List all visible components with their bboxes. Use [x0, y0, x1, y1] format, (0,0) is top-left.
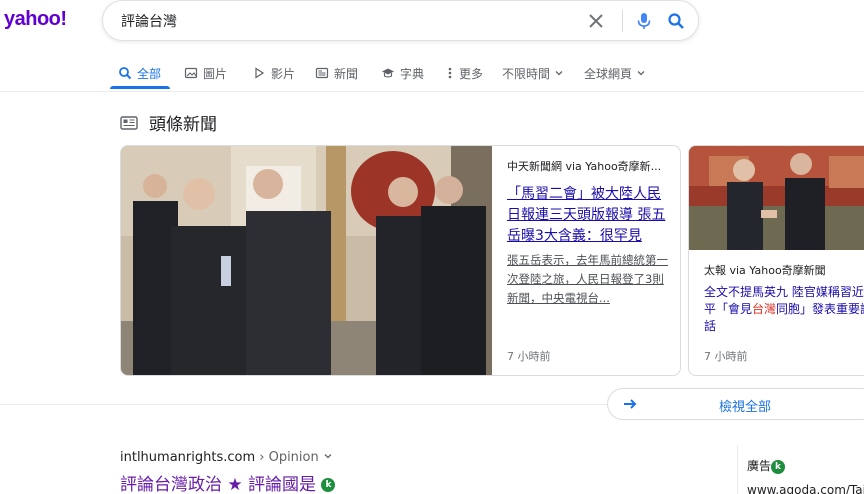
newspaper-icon — [120, 115, 138, 130]
graduation-cap-icon — [382, 68, 394, 78]
ad-label-text: 廣告 — [747, 459, 772, 473]
search-icon[interactable] — [665, 10, 687, 32]
news-icon — [315, 67, 329, 79]
news-source: 中天新聞網 via Yahoo奇摩新... — [507, 160, 662, 173]
result-title-text: 評論台灣政治 ★ 評論國是 — [120, 475, 317, 494]
image-icon — [184, 67, 198, 79]
header-divider — [0, 91, 864, 92]
search-input[interactable]: 評論台灣 — [121, 11, 177, 31]
news-card-body: 中天新聞網 via Yahoo奇摩新... 「馬習二會」被大陸人民日報連三天頭版… — [507, 158, 669, 308]
news-card-body: 太報 via Yahoo奇摩新聞 全文不提馬英九 陸官媒稱習近平「會見台灣同胞」… — [704, 262, 864, 335]
arrow-right-icon — [624, 399, 637, 409]
result-title[interactable]: 評論台灣政治 ★ 評論國是 k — [120, 470, 336, 494]
tab-news[interactable]: 新聞 — [315, 62, 358, 84]
chevron-down-icon[interactable] — [323, 451, 333, 461]
headline-highlight: 台灣 — [752, 302, 777, 316]
kagi-badge-icon: k — [771, 459, 786, 474]
news-photo[interactable] — [121, 146, 492, 375]
chevron-down-icon — [555, 71, 563, 76]
search-box[interactable]: 評論台灣 — [102, 0, 699, 41]
chevron-down-icon — [637, 71, 645, 76]
clear-icon[interactable] — [585, 10, 607, 32]
time-filter-dropdown[interactable]: 不限時間 — [502, 62, 564, 84]
ad-label: 廣告 k — [747, 457, 786, 474]
more-vert-icon — [448, 67, 452, 79]
tab-label: 新聞 — [334, 66, 359, 81]
news-card[interactable]: 中天新聞網 via Yahoo奇摩新... 「馬習二會」被大陸人民日報連三天頭版… — [120, 145, 681, 376]
microphone-icon[interactable] — [633, 10, 655, 32]
news-time: 7 小時前 — [704, 350, 748, 363]
news-card[interactable]: 太報 via Yahoo奇摩新聞 全文不提馬英九 陸官媒稱習近平「會見台灣同胞」… — [688, 145, 864, 376]
tab-label: 全部 — [137, 66, 162, 81]
kagi-badge-icon: k — [321, 478, 336, 492]
tab-label: 更多 — [459, 66, 484, 81]
divider — [622, 10, 623, 32]
tab-all[interactable]: 全部 — [118, 62, 161, 84]
tab-label: 不限時間 — [502, 66, 551, 81]
news-source: 太報 via Yahoo奇摩新聞 — [704, 264, 826, 277]
tab-dictionary[interactable]: 字典 — [381, 62, 424, 84]
news-headline[interactable]: 全文不提馬英九 陸官媒稱習近平「會見台灣同胞」發表重要談話 — [704, 284, 864, 335]
tab-label: 圖片 — [203, 66, 228, 81]
top-stories-header: 頭條新聞 — [120, 110, 217, 135]
news-snippet[interactable]: 張五岳表示，去年馬前總統第一次登陸之旅，人民日報登了3則新聞，中央電視台... — [507, 251, 669, 308]
tab-label: 字典 — [400, 66, 425, 81]
tab-images[interactable]: 圖片 — [184, 62, 227, 84]
result-path: › Opinion — [255, 450, 319, 465]
section-title: 頭條新聞 — [149, 115, 217, 135]
view-all-label: 檢視全部 — [719, 400, 772, 415]
view-all-button[interactable]: 檢視全部 — [607, 388, 864, 420]
tab-videos[interactable]: 影片 — [252, 62, 295, 84]
result-domain: intlhumanrights.com — [120, 450, 256, 465]
tab-more[interactable]: 更多 — [446, 62, 483, 84]
news-headline[interactable]: 「馬習二會」被大陸人民日報連三天頭版報導 張五岳曝3大含義：很罕見 — [507, 184, 669, 247]
region-filter-dropdown[interactable]: 全球網頁 — [584, 62, 646, 84]
yahoo-logo[interactable]: yahoo! — [4, 8, 67, 31]
ad-url[interactable]: www.agoda.com/Tai — [747, 483, 864, 494]
news-photo[interactable] — [689, 146, 864, 250]
active-tab-indicator — [110, 86, 170, 89]
search-icon — [119, 67, 132, 80]
ad-panel: 廣告 k www.agoda.com/Tai — [737, 445, 864, 494]
result-url[interactable]: intlhumanrights.com › Opinion — [120, 450, 333, 465]
play-icon — [255, 67, 265, 79]
tab-label: 影片 — [271, 66, 296, 81]
tab-label: 全球網頁 — [584, 66, 633, 81]
news-time: 7 小時前 — [507, 350, 551, 363]
